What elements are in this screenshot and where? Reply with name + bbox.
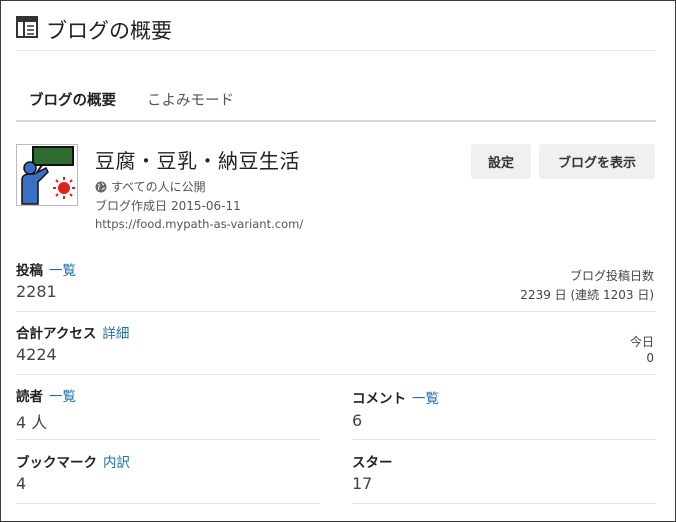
- page-header: ブログの概要: [16, 14, 656, 51]
- posts-stat: 投稿 一覧: [16, 259, 76, 279]
- dashboard-panel: ブログの概要 ブログの概要 こよみモード 豆腐・豆乳・納豆生活 すべての人に公開: [0, 0, 676, 522]
- readers-label: 読者: [16, 389, 43, 405]
- blog-title[interactable]: 豆腐・豆乳・納豆生活: [95, 145, 300, 174]
- comments-list-link[interactable]: 一覧: [412, 391, 439, 407]
- divider: [16, 439, 320, 440]
- bookmarks-stat: ブックマーク 内訳: [16, 451, 130, 471]
- stars-label: スター: [352, 455, 393, 471]
- access-count: 4224: [16, 345, 57, 364]
- today-label: 今日: [629, 335, 654, 349]
- blog-url[interactable]: https://food.mypath-as-variant.com/: [95, 217, 303, 231]
- readers-count: 4 人: [16, 413, 48, 432]
- page-title: ブログの概要: [46, 19, 172, 43]
- created-date: ブログ作成日 2015-06-11: [95, 197, 241, 214]
- today-value: 0: [646, 351, 654, 365]
- visibility-label: すべての人に公開: [111, 180, 206, 194]
- tab-calendar-mode[interactable]: こよみモード: [147, 89, 234, 110]
- layout-icon: [16, 16, 38, 38]
- tab-bar: ブログの概要 こよみモード: [16, 85, 656, 122]
- posts-label: 投稿: [16, 263, 43, 279]
- posts-list-link[interactable]: 一覧: [49, 263, 76, 279]
- stars-stat: スター: [352, 451, 393, 471]
- divider: [352, 503, 656, 504]
- created-label: ブログ作成日: [95, 199, 168, 213]
- divider: [16, 311, 656, 312]
- divider: [16, 374, 656, 375]
- bookmarks-label: ブックマーク: [16, 455, 97, 471]
- divider: [16, 503, 320, 504]
- created-date-value: 2015-06-11: [171, 199, 241, 213]
- access-stat: 合計アクセス 詳細: [16, 322, 129, 342]
- posting-days-value: 2239 日 (連続 1203 日): [520, 288, 654, 302]
- settings-button[interactable]: 設定: [471, 144, 531, 179]
- divider: [352, 439, 656, 440]
- bookmarks-breakdown-link[interactable]: 内訳: [103, 455, 130, 471]
- bookmarks-count: 4: [16, 474, 27, 493]
- posting-days-label: ブログ投稿日数: [569, 269, 654, 283]
- globe-icon: [95, 181, 107, 192]
- readers-list-link[interactable]: 一覧: [49, 389, 76, 405]
- comments-stat: コメント 一覧: [352, 387, 439, 407]
- access-label: 合計アクセス: [16, 326, 97, 342]
- readers-stat: 読者 一覧: [16, 385, 76, 405]
- comments-count: 6: [352, 411, 363, 430]
- stars-count: 17: [352, 474, 373, 493]
- comments-label: コメント: [352, 391, 406, 407]
- posts-count: 2281: [16, 282, 57, 301]
- view-blog-button[interactable]: ブログを表示: [539, 144, 655, 179]
- access-detail-link[interactable]: 詳細: [102, 326, 129, 342]
- blog-icon: [16, 144, 78, 206]
- visibility-status: すべての人に公開: [95, 178, 206, 195]
- tab-blog-overview[interactable]: ブログの概要: [29, 89, 116, 110]
